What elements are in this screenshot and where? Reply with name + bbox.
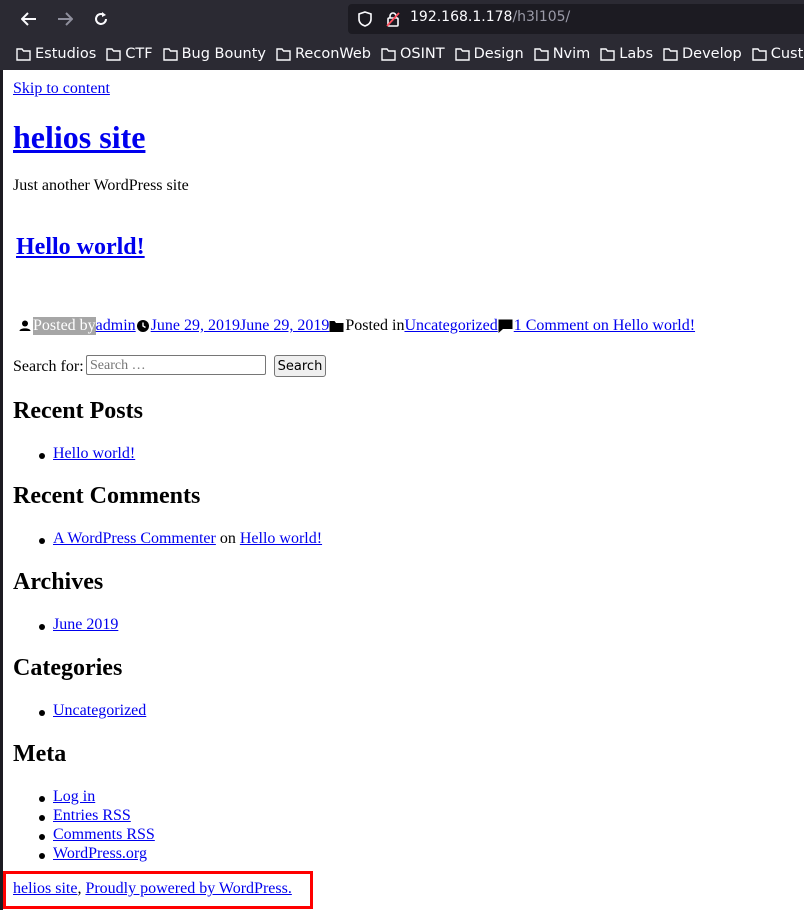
bookmark-label: Bug Bounty (181, 46, 266, 62)
search-placeholder: Search … (90, 358, 146, 373)
search-button[interactable]: Search (274, 355, 326, 377)
bookmark-folder[interactable]: OSINT (381, 46, 445, 62)
bookmarks-bar: Estudios CTF Bug Bounty ReconWeb OSINT D… (0, 38, 804, 70)
forward-arrow-icon[interactable] (54, 8, 76, 30)
footer-separator: , (77, 880, 82, 897)
meta-wordpress-org-link[interactable]: WordPress.org (39, 845, 147, 863)
folder-icon (16, 48, 31, 61)
folder-icon (454, 48, 470, 61)
skip-to-content-link[interactable]: Skip to content (13, 80, 110, 98)
shield-icon[interactable] (354, 8, 376, 30)
site-footer: helios site, Proudly powered by WordPres… (13, 880, 292, 898)
folder-icon (381, 48, 396, 61)
bookmark-folder[interactable]: Estudios (16, 46, 96, 62)
folder-icon (162, 48, 178, 61)
bookmark-folder[interactable]: ReconWeb (276, 46, 371, 62)
back-arrow-icon[interactable] (18, 8, 40, 30)
meta-login-link[interactable]: Log in (38, 788, 95, 806)
meta-entries-rss-link[interactable]: Entries RSS (39, 807, 131, 825)
categories-heading: Categories (13, 655, 123, 681)
comment-author-link[interactable]: A WordPress Commenter (53, 530, 216, 547)
comment-icon (498, 319, 513, 333)
url-text[interactable]: 192.168.1.178/h3l105/ (410, 9, 570, 25)
bookmark-label: CTF (125, 46, 153, 62)
comment-post-link[interactable]: Hello world! (240, 530, 322, 547)
user-icon (19, 320, 31, 331)
author-link[interactable]: admin (96, 317, 136, 335)
footer-powered-link[interactable]: Proudly powered by WordPress. (85, 880, 291, 897)
page-content: Skip to content helios site Just another… (3, 70, 804, 910)
site-title-link[interactable]: helios site (13, 119, 145, 156)
post-date-link[interactable]: June 29, 2019June 29, 2019 (151, 317, 330, 335)
folder-icon (276, 48, 291, 61)
archives-heading: Archives (13, 569, 104, 595)
bookmark-label: Custom (770, 46, 804, 62)
posted-in-label: Posted in (345, 317, 405, 334)
post-meta: Posted by admin June 29, 2019June 29, 20… (18, 317, 695, 335)
search-label: Search for: (13, 358, 84, 375)
bookmark-label: Design (473, 46, 524, 62)
recent-comments-heading: Recent Comments (13, 483, 201, 509)
archive-link[interactable]: June 2019 (38, 616, 118, 634)
comments-link[interactable]: 1 Comment on Hello world! (514, 317, 695, 335)
url-path: /h3l105/ (512, 9, 571, 25)
browser-toolbar: 192.168.1.178/h3l105/ (0, 0, 804, 38)
clock-icon (136, 320, 149, 332)
bookmark-label: Estudios (35, 46, 97, 62)
bookmark-folder[interactable]: Custom (752, 46, 804, 62)
bookmark-folder[interactable]: CTF (106, 46, 153, 62)
bookmark-folder[interactable]: Design (454, 46, 524, 62)
bookmark-folder[interactable]: Nvim (533, 46, 591, 62)
category-link[interactable]: Uncategorized (404, 317, 497, 335)
insecure-lock-icon[interactable] (382, 8, 404, 30)
recent-posts-heading: Recent Posts (13, 398, 143, 424)
folder-icon (533, 48, 549, 61)
bookmark-label: ReconWeb (295, 46, 371, 62)
meta-comments-rss-link[interactable]: Comments RSS (39, 826, 155, 844)
folder-icon (600, 48, 615, 61)
bookmark-label: OSINT (400, 46, 445, 62)
footer-site-link[interactable]: helios site (13, 880, 77, 897)
bookmark-label: Develop (682, 46, 742, 62)
category-widget-link[interactable]: Uncategorized (38, 702, 146, 720)
bookmark-label: Nvim (552, 46, 591, 62)
search-input[interactable]: Search … (86, 355, 266, 375)
posted-by-label: Posted by (33, 317, 96, 335)
folder-icon (106, 48, 121, 61)
bookmark-folder[interactable]: Bug Bounty (162, 46, 266, 62)
recent-post-link[interactable]: Hello world! (38, 445, 135, 463)
reload-icon[interactable] (90, 8, 112, 30)
folder-icon (752, 48, 767, 61)
comment-on-text: on (219, 530, 236, 547)
meta-heading: Meta (13, 741, 67, 767)
url-host: 192.168.1.178 (410, 9, 513, 25)
post-title-link[interactable]: Hello world! (16, 234, 145, 261)
bookmark-label: Labs (619, 46, 654, 62)
bookmark-folder[interactable]: Labs (600, 46, 653, 62)
recent-comment-item: A WordPress Commenter on Hello world! (38, 530, 322, 548)
site-tagline: Just another WordPress site (13, 177, 189, 194)
bookmark-folder[interactable]: Develop (663, 46, 742, 62)
folder-icon (329, 320, 344, 332)
folder-icon (663, 48, 678, 61)
